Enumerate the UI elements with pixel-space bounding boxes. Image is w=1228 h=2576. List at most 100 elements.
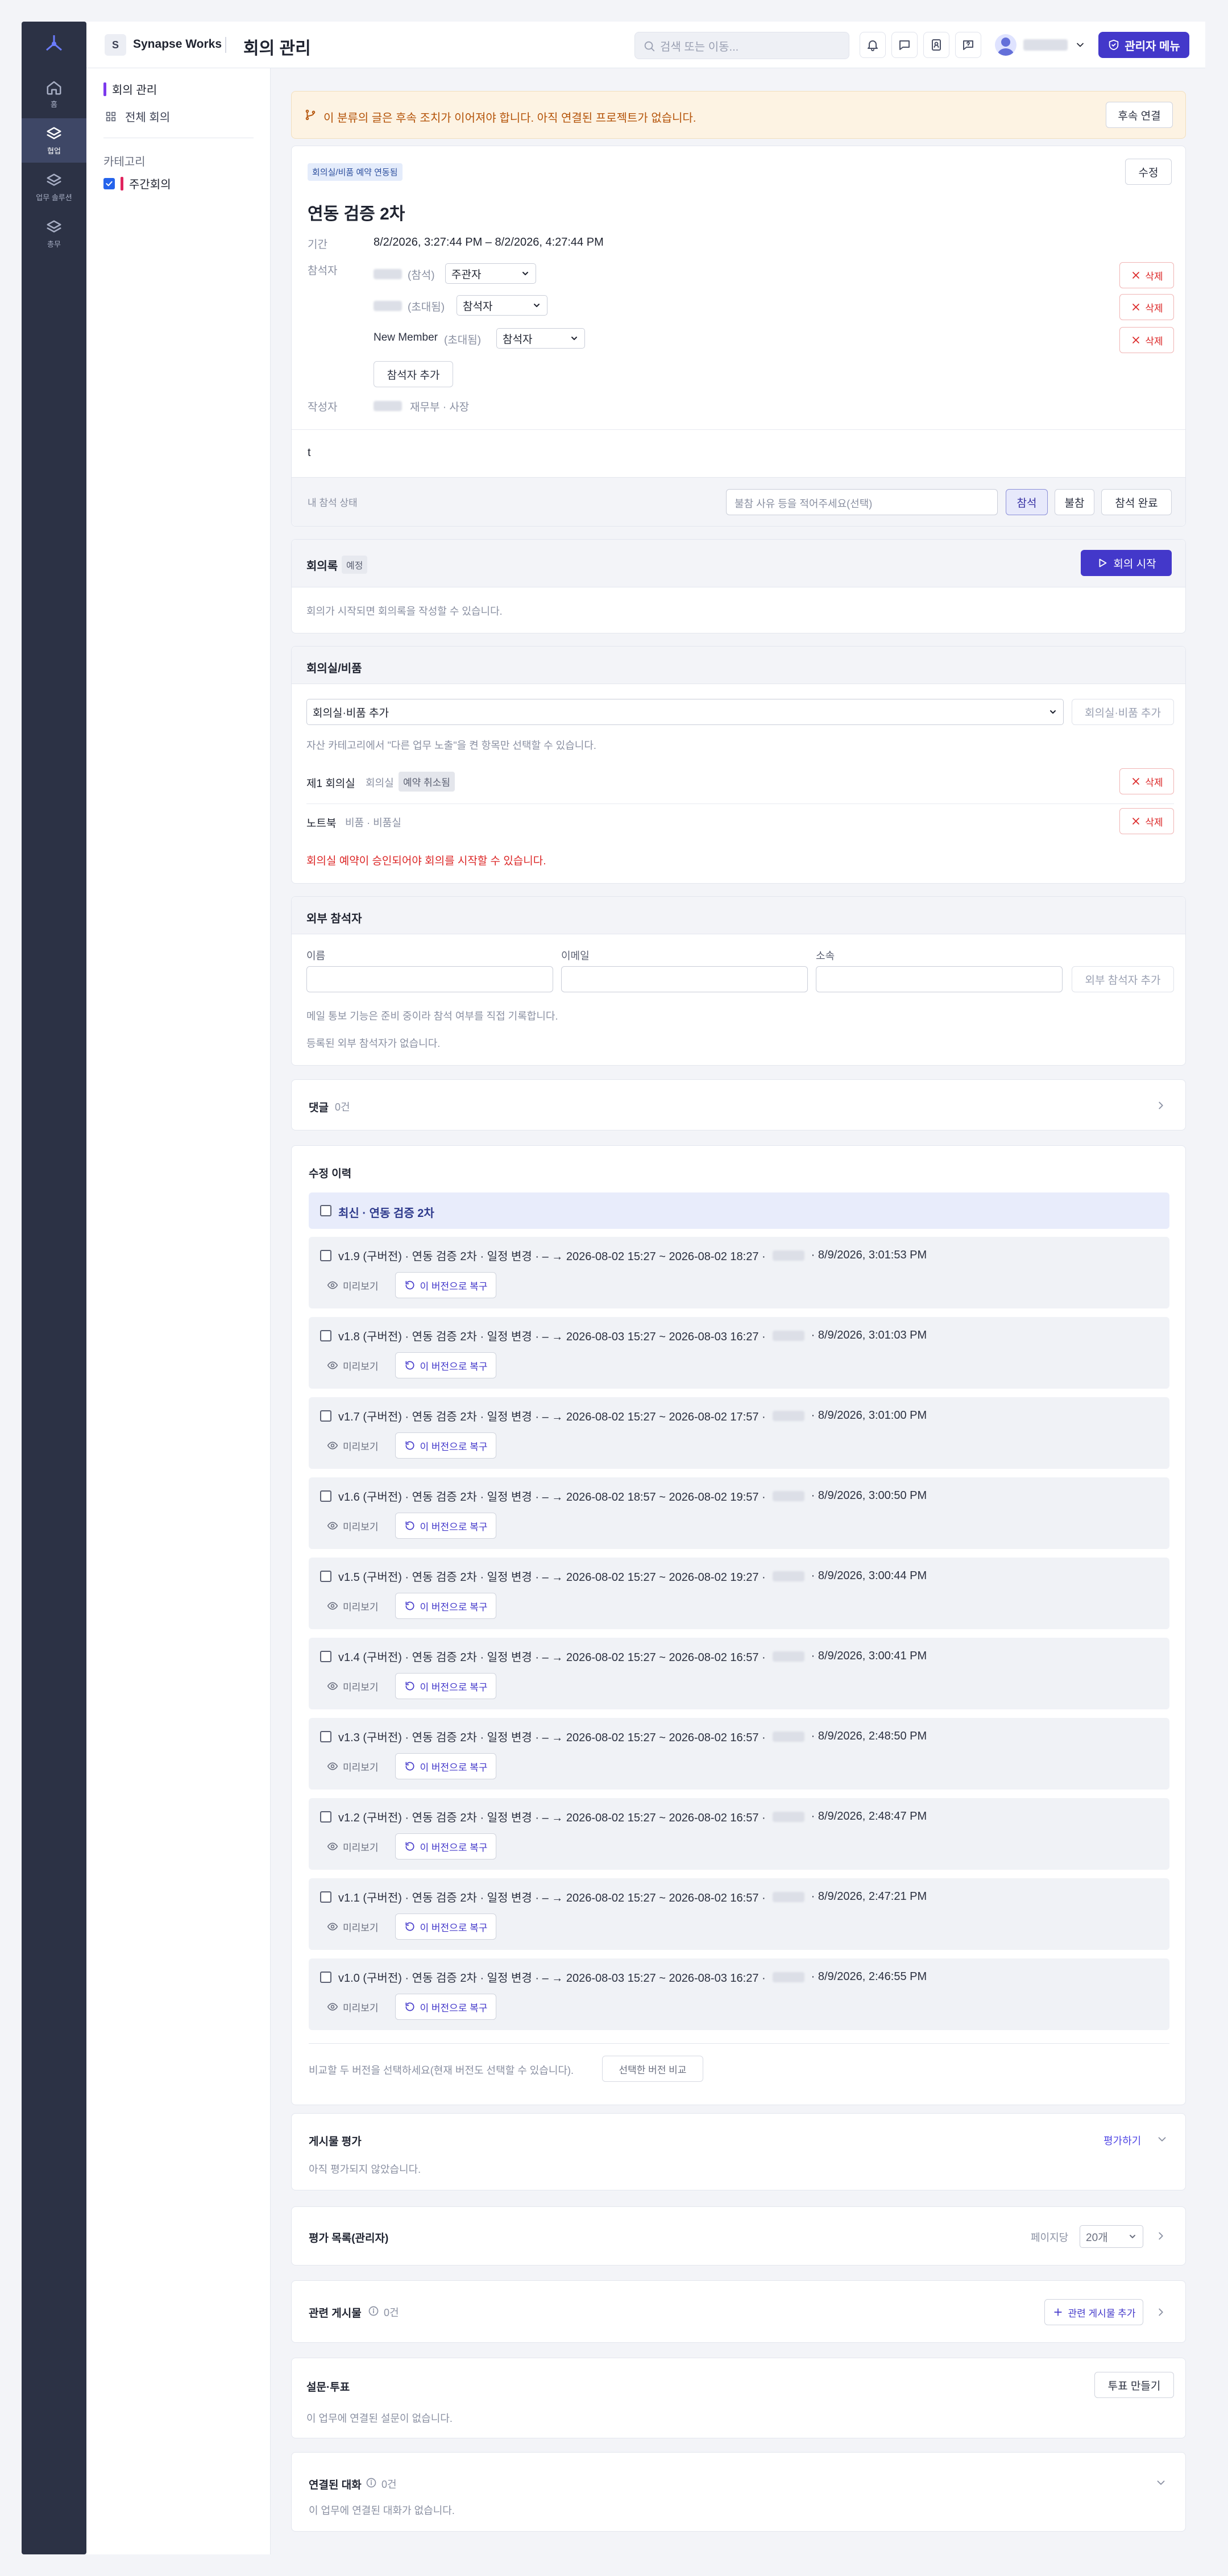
- restore-version-button[interactable]: 이 버전으로 복구: [395, 1513, 496, 1539]
- delete-label: 삭제: [1145, 271, 1163, 282]
- add-external-attendee-button[interactable]: 외부 참석자 추가: [1072, 966, 1174, 992]
- absence-reason-input[interactable]: 불참 사유 등을 적어주세요(선택): [726, 489, 998, 515]
- restore-version-button[interactable]: 이 버전으로 복구: [395, 1432, 496, 1459]
- restore-version-button[interactable]: 이 버전으로 복구: [395, 1753, 496, 1779]
- version-line: v1.8 (구버전) · 연동 검증 2차 · 일정 변경 · – → 2026…: [320, 1327, 927, 1344]
- rail-item-collab[interactable]: 협업: [22, 118, 86, 163]
- restore-version-button[interactable]: 이 버전으로 복구: [395, 1673, 496, 1699]
- restore-version-button[interactable]: 이 버전으로 복구: [395, 1833, 496, 1859]
- version-checkbox[interactable]: [320, 1249, 331, 1261]
- attendee-role-select[interactable]: 주관자: [445, 263, 536, 284]
- rate-action-link[interactable]: 평가하기: [1103, 2133, 1141, 2148]
- chevron-right-icon[interactable]: [1155, 2230, 1167, 2242]
- version-checkbox[interactable]: [320, 1730, 331, 1742]
- version-checkbox[interactable]: [320, 1811, 331, 1823]
- minutes-hint: 회의가 시작되면 회의록을 작성할 수 있습니다.: [306, 606, 503, 617]
- editor-name-redacted: [772, 1330, 804, 1341]
- restore-icon: [405, 1922, 414, 1931]
- restore-version-button[interactable]: 이 버전으로 복구: [395, 1994, 496, 2020]
- delete-attendee-button[interactable]: 삭제: [1119, 262, 1174, 288]
- contacts-button[interactable]: [923, 32, 949, 58]
- restore-version-button[interactable]: 이 버전으로 복구: [395, 1593, 496, 1619]
- preview-button[interactable]: 미리보기: [320, 1673, 385, 1699]
- delete-attendee-button[interactable]: 삭제: [1119, 327, 1174, 353]
- search-icon: [644, 41, 655, 52]
- minutes-header: 회의록 예정 회의 시작: [292, 540, 1185, 587]
- latest-version-checkbox[interactable]: [320, 1205, 331, 1216]
- eye-icon: [327, 2003, 338, 2011]
- per-page-value: 20개: [1086, 2231, 1108, 2244]
- preview-button[interactable]: 미리보기: [320, 1994, 385, 2020]
- external-name-input[interactable]: [306, 966, 553, 992]
- chevron-right-icon[interactable]: [1155, 2306, 1167, 2318]
- preview-button[interactable]: 미리보기: [320, 1833, 385, 1859]
- layers-icon: [47, 173, 61, 186]
- start-meeting-button[interactable]: 회의 시작: [1081, 550, 1172, 576]
- version-checkbox[interactable]: [320, 1330, 331, 1341]
- add-attendee-button[interactable]: 참석자 추가: [374, 361, 453, 387]
- chevron-down-icon[interactable]: [1155, 2476, 1167, 2489]
- version-checkbox[interactable]: [320, 1490, 331, 1502]
- add-related-post-button[interactable]: 관련 게시물 추가: [1044, 2299, 1143, 2325]
- preview-button[interactable]: 미리보기: [320, 1432, 385, 1459]
- delete-equipment-button[interactable]: 삭제: [1119, 808, 1174, 834]
- external-org-input[interactable]: [816, 966, 1063, 992]
- comments-card[interactable]: 댓글 0건: [291, 1079, 1186, 1130]
- absence-placeholder: 불참 사유 등을 적어주세요(선택): [735, 498, 873, 510]
- preview-button[interactable]: 미리보기: [320, 1593, 385, 1619]
- version-checkbox[interactable]: [320, 1891, 331, 1903]
- external-email-input[interactable]: [561, 966, 808, 992]
- preview-button[interactable]: 미리보기: [320, 1914, 385, 1940]
- attendee-role-select[interactable]: 참석자: [496, 328, 585, 349]
- restore-version-button[interactable]: 이 버전으로 복구: [395, 1914, 496, 1940]
- messages-button[interactable]: [891, 32, 918, 58]
- chevron-down-icon[interactable]: [1156, 2133, 1168, 2146]
- preview-button[interactable]: 미리보기: [320, 1352, 385, 1378]
- status-complete-button[interactable]: 참석 완료: [1101, 489, 1172, 515]
- version-checkbox[interactable]: [320, 1410, 331, 1422]
- latest-version-row[interactable]: 최신 · 연동 검증 2차: [309, 1192, 1169, 1229]
- preview-button[interactable]: 미리보기: [320, 1272, 385, 1298]
- rail-item-general[interactable]: 총무: [22, 212, 86, 256]
- rail-item-label: 업무 솔루션: [36, 193, 72, 202]
- related-count: 0건: [384, 2307, 399, 2318]
- add-room-equipment-button[interactable]: 회의실·비품 추가: [1072, 699, 1174, 725]
- create-poll-button[interactable]: 투표 만들기: [1094, 2372, 1174, 2398]
- version-checkbox[interactable]: [320, 1650, 331, 1662]
- admin-menu-button[interactable]: 관리자 메뉴: [1098, 32, 1189, 58]
- version-checkbox[interactable]: [320, 1570, 331, 1582]
- app-logo-icon[interactable]: [43, 33, 65, 55]
- per-page-select[interactable]: 20개: [1080, 2225, 1143, 2248]
- rail-item-solutions[interactable]: 업무 솔루션: [22, 165, 86, 209]
- restore-version-button[interactable]: 이 버전으로 복구: [395, 1272, 496, 1298]
- survey-title: 설문·투표: [306, 2382, 350, 2393]
- help-button[interactable]: [955, 32, 981, 58]
- status-absent-button[interactable]: 불참: [1055, 489, 1094, 515]
- subnav-meeting-manage[interactable]: 회의 관리: [103, 81, 157, 97]
- preview-button[interactable]: 미리보기: [320, 1753, 385, 1779]
- room-equipment-select[interactable]: 회의실·비품 추가: [306, 699, 1064, 725]
- edit-button[interactable]: 수정: [1125, 159, 1172, 185]
- plus-icon: [1053, 2308, 1062, 2316]
- compare-versions-button[interactable]: 선택한 버전 비교: [602, 2056, 703, 2082]
- add-related-label: 관련 게시물 추가: [1068, 2308, 1136, 2319]
- status-attend-button[interactable]: 참석: [1006, 489, 1048, 515]
- workspace-name[interactable]: Synapse Works: [133, 38, 222, 51]
- version-checkbox[interactable]: [320, 1971, 331, 1983]
- preview-button[interactable]: 미리보기: [320, 1513, 385, 1539]
- checkbox-checked[interactable]: [103, 177, 115, 189]
- notification-button[interactable]: [860, 32, 886, 58]
- subnav-all-meetings[interactable]: 전체 회의: [105, 108, 170, 125]
- search-input[interactable]: 검색 또는 이동...: [634, 32, 849, 59]
- delete-room-button[interactable]: 삭제: [1119, 768, 1174, 794]
- workspace-badge[interactable]: S: [105, 34, 126, 56]
- user-menu[interactable]: [995, 32, 1086, 58]
- rail-item-home[interactable]: 홈: [22, 72, 86, 116]
- delete-attendee-button[interactable]: 삭제: [1119, 294, 1174, 320]
- history-title: 수정 이력: [309, 1168, 352, 1180]
- restore-version-button[interactable]: 이 버전으로 복구: [395, 1352, 496, 1378]
- eye-icon: [327, 1923, 338, 1931]
- attendee-role-select[interactable]: 참석자: [457, 295, 547, 316]
- follow-up-link-button[interactable]: 후속 연결: [1106, 102, 1173, 128]
- category-filter-weekly[interactable]: 주간회의: [103, 175, 171, 192]
